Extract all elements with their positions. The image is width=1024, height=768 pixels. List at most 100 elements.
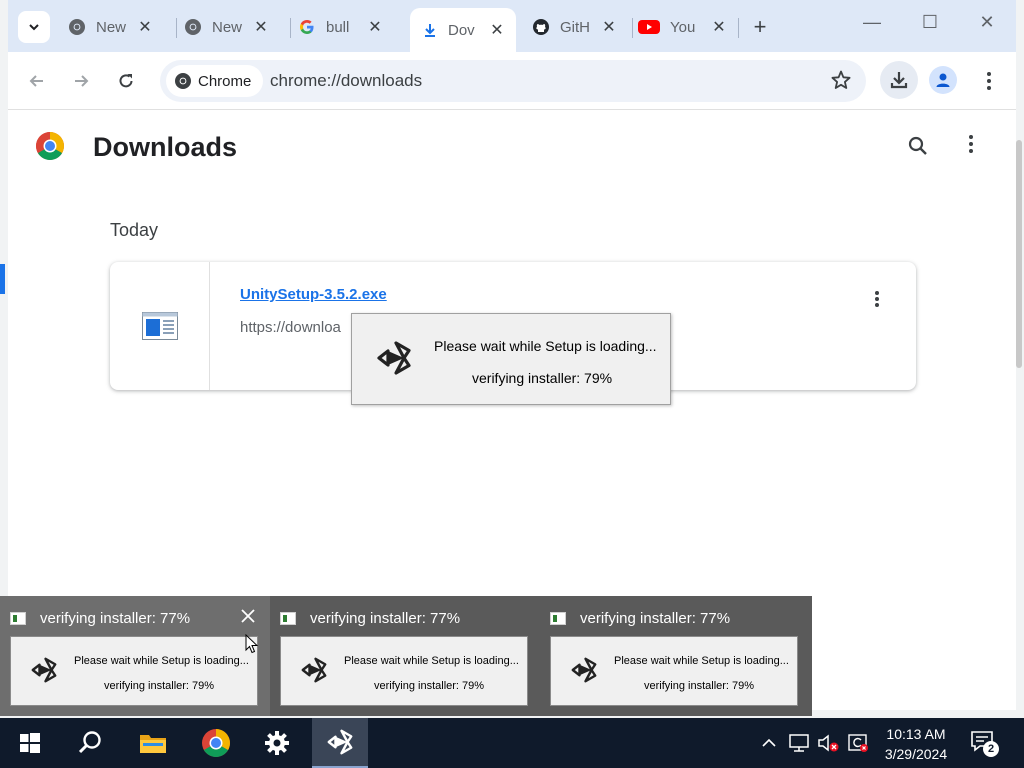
- show-hidden-icons-button[interactable]: [758, 732, 780, 754]
- tab-title: New: [212, 18, 243, 36]
- person-icon: [936, 73, 950, 87]
- tab-new-2[interactable]: New ✕: [184, 8, 270, 46]
- update-tray-button[interactable]: [847, 732, 869, 754]
- search-icon: [78, 731, 101, 754]
- clock-time: 10:13 AM: [886, 726, 946, 742]
- reload-button[interactable]: [111, 66, 141, 96]
- search-icon: [908, 136, 927, 155]
- taskbar-file-explorer[interactable]: [129, 718, 177, 768]
- unity-logo-icon: [301, 657, 327, 683]
- tab-github[interactable]: GitH ✕: [532, 8, 618, 46]
- close-icon[interactable]: ✕: [488, 20, 506, 40]
- tab-divider: [176, 18, 177, 38]
- thumbnail-header: verifying installer: 77%: [10, 608, 190, 628]
- taskbar-unity-setup[interactable]: [312, 718, 368, 768]
- download-icon: [890, 72, 908, 89]
- mouse-cursor-icon: [245, 634, 259, 654]
- thumbnail-header: verifying installer: 77%: [280, 608, 460, 628]
- download-source-url[interactable]: https://downloa: [240, 319, 341, 336]
- close-icon[interactable]: ✕: [252, 17, 270, 37]
- back-button[interactable]: [22, 66, 52, 96]
- profile-button[interactable]: [929, 66, 957, 94]
- new-tab-button[interactable]: +: [748, 14, 772, 40]
- reload-icon: [119, 74, 133, 88]
- thumbnail-close-button[interactable]: [236, 604, 260, 628]
- taskbar-settings[interactable]: [253, 718, 301, 768]
- downloads-menu-button[interactable]: [968, 134, 982, 160]
- volume-muted-icon: [818, 734, 839, 752]
- tab-title: bull: [326, 18, 350, 36]
- settings-icon: [265, 731, 289, 755]
- chrome-logo-icon: [36, 132, 64, 160]
- tab-divider: [738, 18, 739, 38]
- address-bar[interactable]: Chrome chrome://downloads: [160, 60, 866, 102]
- window-thumbnail[interactable]: verifying installer: 77% Please wait whi…: [540, 596, 810, 716]
- download-item-menu-button[interactable]: [864, 286, 890, 312]
- date-section-label: Today: [110, 220, 159, 240]
- tab-new-1[interactable]: New ✕: [68, 8, 154, 46]
- thumbnail-message: Please wait while Setup is loading...: [74, 655, 249, 667]
- notification-count-badge: 2: [983, 741, 999, 757]
- arrow-right-icon: [75, 75, 89, 87]
- tab-youtube[interactable]: You ✕: [638, 8, 728, 46]
- unity-logo-icon: [377, 341, 411, 375]
- network-tray-button[interactable]: [788, 732, 810, 754]
- url-text[interactable]: chrome://downloads: [270, 71, 422, 91]
- close-window-button[interactable]: ✕: [972, 12, 1002, 33]
- tab-title: GitH: [560, 18, 590, 36]
- clock-date: 3/29/2024: [884, 746, 948, 762]
- tab-downloads[interactable]: Dov ✕: [410, 8, 516, 52]
- tab-divider: [632, 18, 633, 38]
- browser-menu-button[interactable]: [974, 66, 1004, 96]
- taskbar-chrome[interactable]: [192, 718, 240, 768]
- unity-logo-icon: [31, 657, 57, 683]
- unity-logo-icon: [571, 657, 597, 683]
- download-icon: [425, 24, 435, 37]
- tab-title: New: [96, 18, 127, 36]
- maximize-button[interactable]: ☐: [915, 12, 945, 33]
- search-downloads-button[interactable]: [906, 134, 932, 160]
- close-icon[interactable]: ✕: [366, 17, 384, 37]
- network-icon: [789, 734, 809, 752]
- thumbnail-preview: Please wait while Setup is loading... ve…: [10, 636, 258, 706]
- download-filename-link[interactable]: UnitySetup-3.5.2.exe: [240, 286, 387, 303]
- site-chip-label: Chrome: [198, 72, 252, 90]
- system-clock[interactable]: 10:13 AM 3/29/2024: [876, 724, 956, 764]
- sync-error-icon: [848, 734, 868, 752]
- thumbnail-title: verifying installer: 77%: [310, 609, 461, 627]
- minimize-button[interactable]: —: [857, 12, 887, 33]
- bookmark-button[interactable]: [830, 69, 852, 96]
- thumbnail-status: verifying installer: 79%: [644, 680, 755, 692]
- chrome-icon: [185, 19, 201, 35]
- chrome-icon: [69, 19, 85, 35]
- setup-app-icon: [10, 611, 26, 625]
- forward-button[interactable]: [66, 66, 96, 96]
- chrome-icon: [175, 73, 191, 89]
- more-vert-icon: [987, 72, 991, 90]
- unity-setup-icon: [327, 729, 353, 755]
- tab-search-button[interactable]: [18, 11, 50, 43]
- tab-divider: [290, 18, 291, 38]
- taskbar-thumbnail-strip: verifying installer: 77% Please wait whi…: [0, 596, 812, 716]
- page-header: Downloads: [8, 110, 1016, 182]
- thumbnail-title: verifying installer: 77%: [40, 609, 191, 627]
- volume-tray-button[interactable]: [817, 732, 839, 754]
- thumbnail-message: Please wait while Setup is loading...: [344, 655, 519, 667]
- window-thumbnail[interactable]: verifying installer: 77% Please wait whi…: [0, 596, 270, 716]
- taskbar-search-button[interactable]: [66, 718, 114, 768]
- window-thumbnail[interactable]: verifying installer: 77% Please wait whi…: [270, 596, 540, 716]
- close-icon[interactable]: ✕: [710, 17, 728, 37]
- site-info-chip[interactable]: Chrome: [166, 65, 264, 97]
- close-icon[interactable]: ✕: [600, 17, 618, 37]
- close-icon[interactable]: ✕: [136, 17, 154, 37]
- page-scrollbar[interactable]: [1016, 140, 1022, 368]
- action-center-button[interactable]: 2: [970, 730, 1000, 758]
- tab-google-search[interactable]: bull ✕: [298, 8, 384, 46]
- thumbnail-status: verifying installer: 79%: [374, 680, 485, 692]
- thumbnail-status: verifying installer: 79%: [104, 680, 215, 692]
- start-button[interactable]: [6, 718, 54, 768]
- tab-strip: New ✕ New ✕ bull ✕ Dov ✕ GitH ✕ You ✕ + …: [8, 0, 1016, 52]
- more-vert-icon: [969, 135, 973, 153]
- file-explorer-icon: [140, 735, 166, 753]
- downloads-button[interactable]: [880, 61, 918, 99]
